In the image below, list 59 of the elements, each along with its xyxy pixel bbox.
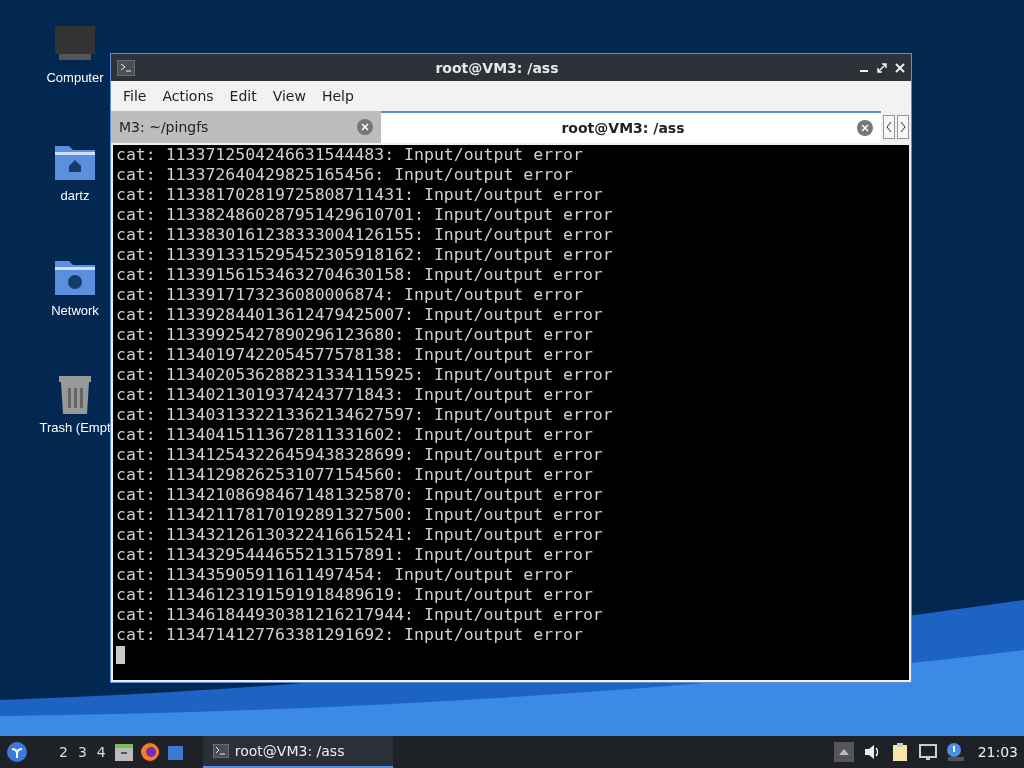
terminal-line: cat: 1133712504246631544483: Input/output error: [116, 145, 584, 165]
terminal-icon: [117, 59, 135, 76]
terminal-line: cat: 1134020536288231334115925: Input/output error: [116, 365, 614, 385]
terminal-line: cat: 113392844013612479425007: Input/output error: [116, 305, 604, 325]
terminal-line: cat: 11340415113672811331602: Input/output error: [116, 425, 594, 445]
desktop-icon-label[interactable]: dartz: [60, 188, 90, 203]
terminal-line: cat: 1133917173236080006874: Input/output error: [116, 285, 584, 305]
terminal-tab[interactable]: root@VM3: /ass: [381, 111, 881, 143]
chevron-right-icon: [899, 121, 907, 133]
terminal-line: cat: 113421178170192891327500: Input/output error: [116, 505, 604, 525]
terminal-line: cat: 11341298262531077154560: Input/output error: [116, 465, 594, 485]
close-icon[interactable]: [895, 62, 905, 73]
menu-item[interactable]: Help: [313, 88, 362, 104]
maximize-icon[interactable]: [877, 62, 887, 73]
terminal-line: cat: 11343295444655213157891: Input/output error: [116, 545, 594, 565]
text-cursor: [116, 646, 125, 664]
terminal-line: cat: 1134714127763381291692: Input/output error: [116, 625, 584, 645]
menu-item[interactable]: File: [115, 88, 155, 104]
terminal-line: cat: 1134031332213362134627597: Input/output error: [116, 405, 614, 425]
terminal-line: cat: 113391561534632704630158: Input/output error: [116, 265, 604, 285]
terminal-line: cat: 113421086984671481325870: Input/output error: [116, 485, 604, 505]
terminal-line: cat: 11340197422054577578138: Input/output error: [116, 345, 594, 365]
start-menu-icon[interactable]: [6, 741, 28, 763]
terminal-tab[interactable]: M3: ~/pingfs: [111, 111, 381, 143]
terminal-line: cat: 113412543226459438328699: Input/output error: [116, 445, 604, 465]
terminal-line: cat: 1133830161238333004126155: Input/output error: [116, 225, 614, 245]
window-title: root@VM3: /ass: [434, 59, 560, 76]
network-icon[interactable]: [917, 742, 938, 762]
scroll-right-button[interactable]: [897, 115, 909, 139]
menu-item[interactable]: View: [264, 88, 314, 104]
terminal-line: cat: 113381702819725808711431: Input/output error: [116, 185, 604, 205]
taskbar-window-button[interactable]: root@VM3: /ass: [202, 736, 393, 768]
close-tab-icon[interactable]: [857, 120, 873, 136]
close-tab-icon[interactable]: [357, 119, 373, 135]
terminal-line: cat: 11340213019374243771843: Input/output error: [116, 385, 594, 405]
menu-item[interactable]: Edit: [221, 88, 265, 104]
clock[interactable]: 21:03: [977, 744, 1018, 760]
file-cabinet-icon[interactable]: [112, 741, 135, 763]
notification-icon[interactable]: [945, 742, 966, 762]
terminal-line: cat: 113432126130322416615241: Input/output error: [116, 525, 604, 545]
workspace-button[interactable]: 4: [91, 744, 111, 760]
terminal-line: cat: 113435905911611497454: Input/output error: [116, 565, 574, 585]
terminal-line: cat: 11339925427890296123680: Input/output error: [116, 325, 594, 345]
desktop-icon-label[interactable]: Computer: [46, 70, 104, 85]
browser-icon[interactable]: [138, 741, 161, 763]
terminal-icon: [212, 744, 229, 758]
terminal-line: cat: 11346123191591918489619: Input/output error: [116, 585, 594, 605]
desktop-icon-label[interactable]: Trash (Empt: [39, 420, 111, 435]
menu-item[interactable]: Actions: [154, 88, 222, 104]
tray-expand-icon[interactable]: [833, 742, 854, 762]
chevron-left-icon: [885, 121, 893, 133]
terminal-line: cat: 1133913315295452305918162: Input/output error: [116, 245, 614, 265]
workspace-button[interactable]: 3: [72, 744, 92, 760]
scroll-left-button[interactable]: [883, 115, 895, 139]
terminal-line: cat: 1133824860287951429610701: Input/output error: [116, 205, 614, 225]
workspace-button[interactable]: 2: [54, 744, 73, 760]
terminal-line: cat: 113461844930381216217944: Input/output error: [116, 605, 604, 625]
desktop-icon-label[interactable]: Network: [51, 303, 99, 318]
terminal-line: cat: 113372640429825165456: Input/output error: [116, 165, 574, 185]
